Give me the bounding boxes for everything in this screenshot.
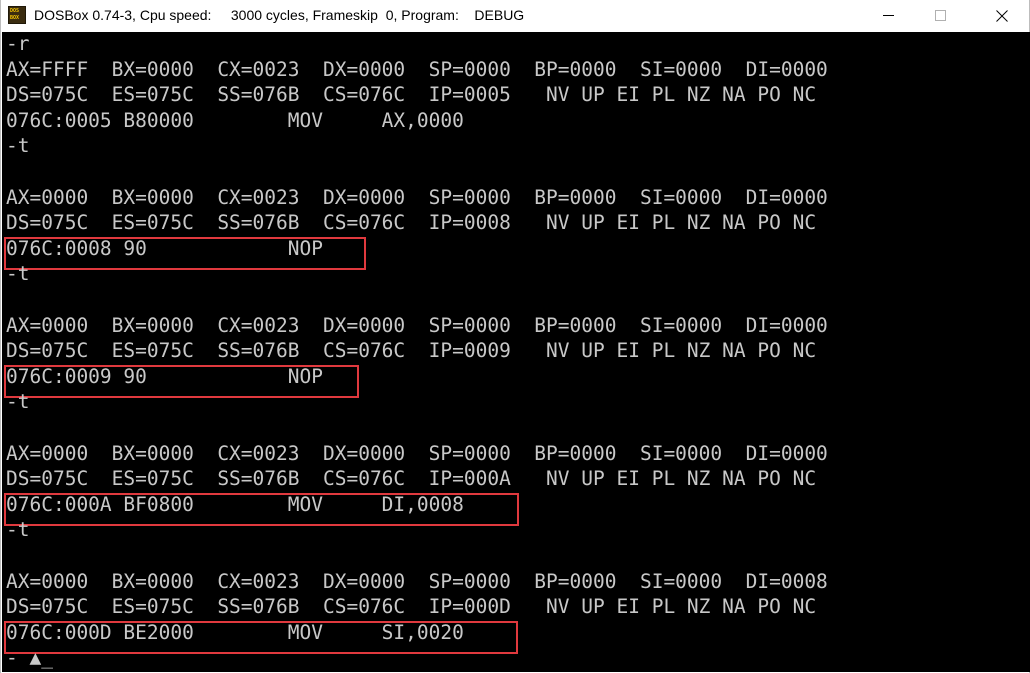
console-line: DS=075C ES=075C SS=076B CS=076C IP=0009 …	[6, 339, 817, 363]
prompt-line: - ▲_	[6, 646, 53, 670]
console-line: -t	[6, 390, 30, 414]
console-screen[interactable]: -r AX=FFFF BX=0000 CX=0023 DX=0000 SP=000…	[2, 32, 1030, 672]
icon-label-bottom: BOX	[10, 15, 20, 21]
console-line: -t	[6, 134, 30, 158]
console-line: AX=0000 BX=0000 CX=0023 DX=0000 SP=0000 …	[6, 441, 828, 465]
console-line: 076C:0005 B80000 MOV AX,0000	[6, 108, 464, 132]
title-bar[interactable]: DOS BOX DOSBox 0.74-3, Cpu speed: 3000 c…	[1, 0, 1029, 32]
close-button[interactable]	[979, 0, 1025, 32]
close-icon	[996, 10, 1008, 22]
icon-label-top: DOS	[10, 8, 20, 14]
console-line: AX=0000 BX=0000 CX=0023 DX=0000 SP=0000 …	[6, 313, 828, 337]
console-line: -r	[6, 32, 30, 55]
console-line: DS=075C ES=075C SS=076B CS=076C IP=0008 …	[6, 211, 817, 235]
highlight-box	[4, 492, 519, 526]
highlight-box	[4, 236, 366, 270]
dosbox-icon[interactable]: DOS BOX	[8, 6, 26, 24]
window-title: DOSBox 0.74-3, Cpu speed: 3000 cycles, F…	[34, 7, 525, 23]
console-line: DS=075C ES=075C SS=076B CS=076C IP=000A …	[6, 467, 817, 491]
maximize-icon	[935, 10, 946, 21]
dosbox-window: DOS BOX DOSBox 0.74-3, Cpu speed: 3000 c…	[0, 0, 1030, 673]
highlight-box	[4, 364, 359, 398]
maximize-button[interactable]	[917, 0, 963, 32]
minimize-button[interactable]	[867, 0, 913, 32]
console-line: AX=0000 BX=0000 CX=0023 DX=0000 SP=0000 …	[6, 569, 828, 593]
highlight-box	[4, 620, 518, 654]
console-line: AX=FFFF BX=0000 CX=0023 DX=0000 SP=0000 …	[6, 57, 828, 81]
console-line: DS=075C ES=075C SS=076B CS=076C IP=000D …	[6, 595, 817, 619]
console-line: -t	[6, 262, 30, 286]
console-line: DS=075C ES=075C SS=076B CS=076C IP=0005 …	[6, 83, 817, 107]
console-line: -t	[6, 518, 30, 542]
minimize-icon	[883, 15, 894, 16]
console-line: AX=0000 BX=0000 CX=0023 DX=0000 SP=0000 …	[6, 185, 828, 209]
